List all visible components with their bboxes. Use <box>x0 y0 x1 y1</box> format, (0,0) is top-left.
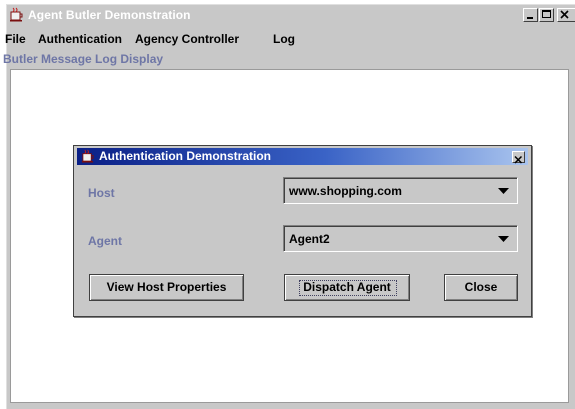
menu-bar: File Authentication Agency Controller Lo… <box>5 29 575 49</box>
close-icon <box>514 155 523 164</box>
title-bar[interactable]: Agent Butler Demonstration <box>7 5 575 25</box>
menu-authentication[interactable]: Authentication <box>38 32 122 46</box>
dialog-title-bar[interactable]: Authentication Demonstration <box>77 148 528 165</box>
dialog-title: Authentication Demonstration <box>99 149 272 163</box>
agent-label: Agent <box>88 234 122 248</box>
window-title: Agent Butler Demonstration <box>28 8 191 22</box>
java-coffee-cup-icon <box>81 149 95 163</box>
java-coffee-cup-icon <box>9 7 24 22</box>
minimize-icon <box>527 17 533 19</box>
maximize-icon <box>542 10 551 18</box>
focus-ring <box>299 280 397 296</box>
dialog-close-button[interactable] <box>512 151 525 164</box>
host-select-value: www.shopping.com <box>289 184 402 198</box>
agent-select-value: Agent2 <box>289 232 330 246</box>
chevron-down-icon <box>498 236 509 242</box>
menu-log[interactable]: Log <box>273 32 295 46</box>
agent-select[interactable]: Agent2 <box>283 225 518 252</box>
dispatch-agent-button[interactable]: Dispatch Agent <box>284 274 410 301</box>
close-dialog-button[interactable]: Close <box>444 274 518 301</box>
host-select[interactable]: www.shopping.com <box>283 177 518 204</box>
menu-agency-controller[interactable]: Agency Controller <box>135 32 239 46</box>
view-host-properties-button[interactable]: View Host Properties <box>89 274 244 301</box>
close-window-button[interactable] <box>557 8 575 22</box>
log-panel-label: Butler Message Log Display <box>3 52 164 66</box>
chevron-down-icon <box>498 188 509 194</box>
minimize-button[interactable] <box>523 8 538 22</box>
host-label: Host <box>88 186 115 200</box>
close-icon <box>560 10 569 19</box>
maximize-button[interactable] <box>539 8 554 22</box>
authentication-dialog: Authentication Demonstration Host www.sh… <box>73 145 532 317</box>
menu-file[interactable]: File <box>5 32 26 46</box>
